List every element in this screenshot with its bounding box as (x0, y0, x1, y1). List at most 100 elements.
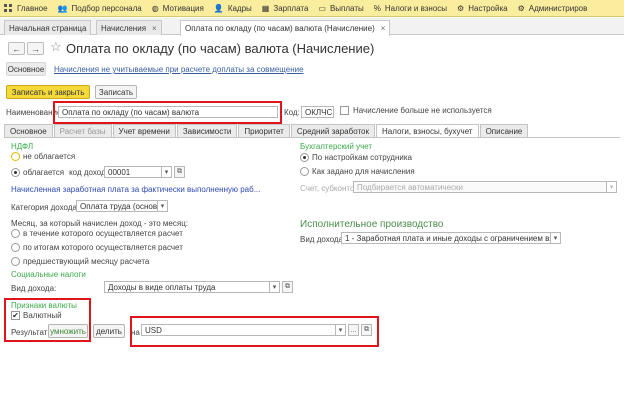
income-code-field[interactable]: 00001 (104, 166, 162, 178)
enforcement-heading: Исполнительное производство (300, 219, 444, 230)
radio-month-3[interactable] (11, 257, 20, 266)
save-button[interactable]: Записать (95, 85, 137, 99)
favorite-star-icon[interactable]: ☆ (50, 39, 62, 55)
currency-field[interactable]: USD (141, 324, 336, 336)
menu-item-salary[interactable]: ▦ Зарплата (258, 0, 315, 17)
person-icon: 👤 (213, 3, 224, 13)
chevron-down-icon[interactable]: ▾ (162, 166, 172, 178)
open-link-icon[interactable]: ⧉ (174, 166, 185, 178)
enforcement-income-type-field[interactable]: 1 - Заработная плата и иные доходы с огр… (341, 232, 551, 244)
enforcement-income-type-select[interactable]: 1 - Заработная плата и иные доходы с огр… (341, 232, 561, 244)
multiply-button[interactable]: умножить (48, 324, 88, 338)
calculator-icon: ▦ (261, 3, 270, 13)
forward-button[interactable]: → (27, 42, 44, 55)
divide-button[interactable]: делить (93, 324, 125, 338)
tab-current-accrual[interactable]: Оплата по окладу (по часам) валюта (Начи… (180, 20, 391, 36)
radio-not-taxed[interactable] (11, 152, 20, 161)
menu-item-hr[interactable]: 👤 Кадры (210, 0, 258, 17)
tab-time-accounting[interactable]: Учет времени (112, 124, 176, 138)
tab-average-earnings[interactable]: Средний заработок (290, 124, 375, 138)
currency-checkbox-row[interactable]: ✔ Валютный (11, 311, 62, 320)
radio-month-2[interactable] (11, 243, 20, 252)
accounting-heading: Бухгалтерский учет (300, 142, 373, 151)
accounting-option-2[interactable]: Как задано для начисления (300, 167, 415, 176)
main-menu-bar: Главное 👥 Подбор персонала ◍ Мотивация 👤 Ка… (0, 0, 624, 17)
arrow-right-icon: → (31, 43, 40, 54)
tab-base-calc[interactable]: Расчет базы (53, 124, 112, 138)
main-section-button[interactable]: Основное (6, 62, 46, 76)
unused-checkbox[interactable] (340, 106, 349, 115)
open-link-icon[interactable]: ⧉ (361, 324, 372, 336)
open-link-icon[interactable]: ⧉ (282, 281, 293, 293)
tab-accruals[interactable]: Начисления × (96, 20, 162, 35)
radio-taxed[interactable] (11, 168, 20, 177)
menu-item-admin[interactable]: ⚙ Администриров (514, 0, 594, 17)
combined-accruals-link[interactable]: Начисления не учитываемые при расчете до… (54, 65, 304, 74)
people-icon: 👥 (57, 3, 68, 13)
save-and-close-button[interactable]: Записать и закрыть (6, 85, 90, 99)
tab-dependencies[interactable]: Зависимости (176, 124, 238, 138)
grid-icon (4, 3, 13, 13)
wallet-icon: ▭ (318, 3, 326, 13)
enforcement-income-type-label: Вид дохода: (300, 235, 346, 244)
ndfl-heading: НДФЛ (11, 142, 34, 151)
radio-as-specified[interactable] (300, 167, 309, 176)
social-income-type-select[interactable]: Доходы в виде оплаты труда ▾ ⧉ (104, 281, 293, 293)
account-select: Подбирается автоматически ▾ (353, 181, 617, 193)
accounting-option-1[interactable]: По настройкам сотрудника (300, 153, 412, 162)
category-select[interactable]: Оплата труда (основная н ▾ (76, 200, 168, 212)
chevron-down-icon[interactable]: ▾ (336, 324, 346, 336)
gear-icon: ⚙ (457, 3, 465, 13)
chevron-down-icon[interactable]: ▾ (158, 200, 168, 212)
tab-taxes[interactable]: Налоги, взносы, бухучет (375, 124, 479, 138)
arrow-left-icon: ← (12, 43, 21, 54)
not-taxed-option[interactable]: не облагается (11, 152, 75, 161)
code-label: Код: (284, 108, 300, 117)
chevron-down-icon[interactable]: ▾ (270, 281, 280, 293)
tab-home[interactable]: Начальная страница (4, 20, 92, 35)
month-option-2[interactable]: по итогам которого осуществляется расчет (11, 243, 183, 252)
month-label: Месяц, за который начислен доход - это м… (11, 219, 188, 228)
tab-description[interactable]: Описание (479, 124, 529, 138)
form-tabs: Основное Расчет базы Учет времени Зависи… (4, 124, 529, 138)
month-option-3[interactable]: предшествующий месяцу расчета (11, 257, 149, 266)
category-label: Категория дохода: (11, 203, 80, 212)
close-icon[interactable]: × (381, 24, 386, 33)
chevron-down-icon[interactable]: ▾ (551, 232, 561, 244)
taxed-option[interactable]: облагается код дохода: (11, 168, 112, 177)
close-icon[interactable]: × (152, 24, 157, 33)
salary-income-link[interactable]: Начисленная заработная плата за фактичес… (11, 185, 260, 194)
currency-checkbox[interactable]: ✔ (11, 311, 20, 320)
social-income-type-field[interactable]: Доходы в виде оплаты труда (104, 281, 270, 293)
radio-month-1[interactable] (11, 229, 20, 238)
tab-panel (4, 137, 620, 420)
social-heading: Социальные налоги (11, 270, 86, 279)
tab-main[interactable]: Основное (4, 124, 53, 138)
menu-item-motivation[interactable]: ◍ Мотивация (148, 0, 210, 17)
category-field[interactable]: Оплата труда (основная н (76, 200, 158, 212)
chevron-down-icon: ▾ (607, 181, 617, 193)
social-income-type-label: Вид дохода: (11, 284, 57, 293)
name-field[interactable]: Оплата по окладу (по часам) валюта (58, 106, 278, 118)
menu-item-main[interactable]: Главное (0, 0, 54, 17)
more-icon[interactable]: … (348, 324, 359, 336)
currency-select[interactable]: USD ▾ … ⧉ (141, 324, 372, 336)
menu-item-recruiting[interactable]: 👥 Подбор персонала (54, 0, 148, 17)
coins-icon: ◍ (151, 3, 159, 13)
month-option-1[interactable]: в течение которого осуществляется расчет (11, 229, 183, 238)
open-tabs-bar: Начальная страница Начисления × Оплата по… (0, 18, 624, 36)
income-code-select[interactable]: 00001 ▾ ⧉ (104, 166, 185, 178)
admin-icon: ⚙ (517, 3, 525, 13)
menu-item-payments[interactable]: ▭ Выплаты (314, 0, 369, 17)
on-label: на (131, 328, 140, 337)
result-label: Результат: (11, 328, 50, 337)
code-field[interactable]: ОКЛЧС (301, 106, 334, 118)
radio-employee-settings[interactable] (300, 153, 309, 162)
menu-item-taxes[interactable]: % Налоги и взносы (370, 0, 453, 17)
currency-heading: Признаки валюты (11, 301, 77, 310)
account-label: Счет, субконто: (300, 184, 357, 193)
back-button[interactable]: ← (8, 42, 25, 55)
tab-priority[interactable]: Приоритет (238, 124, 290, 138)
unused-checkbox-row[interactable]: Начисление больше не используется (340, 106, 492, 115)
menu-item-settings[interactable]: ⚙ Настройка (453, 0, 514, 17)
